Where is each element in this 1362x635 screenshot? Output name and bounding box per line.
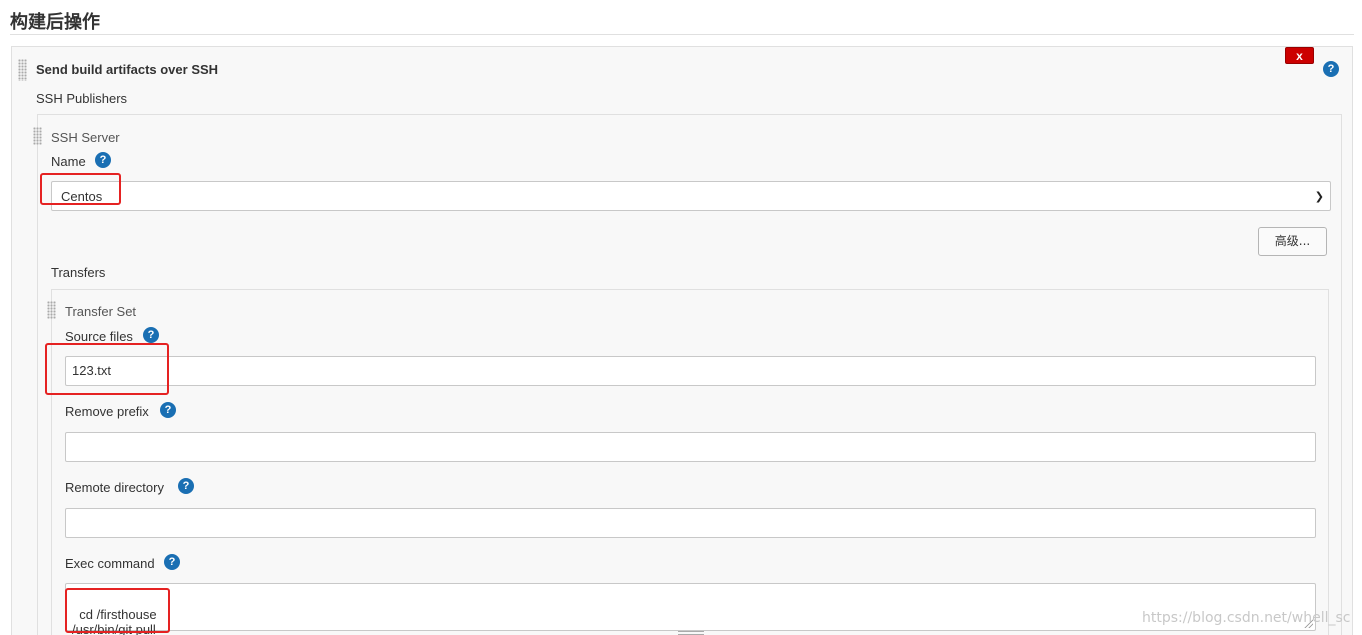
transfer-set-heading: Transfer Set (65, 304, 137, 319)
exec-command-label: Exec command (65, 556, 155, 571)
source-files-help-icon[interactable]: ? (143, 327, 159, 343)
drag-handle-publisher[interactable] (18, 59, 27, 81)
page-section-title: 构建后操作 (10, 12, 100, 33)
remote-directory-label: Remote directory (65, 480, 164, 495)
remove-prefix-input[interactable] (65, 432, 1316, 462)
watermark-text: https://blog.csdn.net/whell_sc (1142, 610, 1351, 626)
publisher-heading: Send build artifacts over SSH (36, 62, 219, 77)
remove-prefix-label: Remove prefix (65, 404, 149, 419)
delete-publisher-button[interactable]: x (1285, 47, 1314, 64)
remote-directory-input[interactable] (65, 508, 1316, 538)
ssh-server-name-select[interactable]: Centos ❯ (51, 181, 1331, 211)
ssh-server-name-value: Centos (61, 189, 103, 204)
exec-command-textarea[interactable]: cd /firsthouse /usr/bin/git pull (65, 583, 1316, 635)
remove-prefix-help-icon[interactable]: ? (160, 402, 176, 418)
drag-handle-transfer-set[interactable] (47, 301, 56, 319)
drag-handle-ssh-server[interactable] (33, 127, 42, 145)
source-files-label: Source files (65, 329, 133, 344)
exec-command-help-icon[interactable]: ? (164, 554, 180, 570)
section-divider (10, 34, 1354, 35)
publisher-help-icon[interactable]: ? (1323, 61, 1339, 77)
chevron-down-icon: ❯ (1314, 191, 1324, 203)
remote-directory-help-icon[interactable]: ? (178, 478, 194, 494)
exec-command-value: cd /firsthouse /usr/bin/git pull (72, 607, 157, 635)
ssh-publishers-label: SSH Publishers (36, 91, 128, 106)
source-files-input[interactable]: 123.txt (65, 356, 1316, 386)
ssh-server-heading: SSH Server (51, 130, 120, 145)
transfers-label: Transfers (51, 265, 106, 280)
name-help-icon[interactable]: ? (95, 152, 111, 168)
textarea-grip-icon[interactable] (678, 631, 704, 635)
advanced-button[interactable]: 高级... (1258, 227, 1327, 256)
name-label: Name (51, 154, 86, 169)
